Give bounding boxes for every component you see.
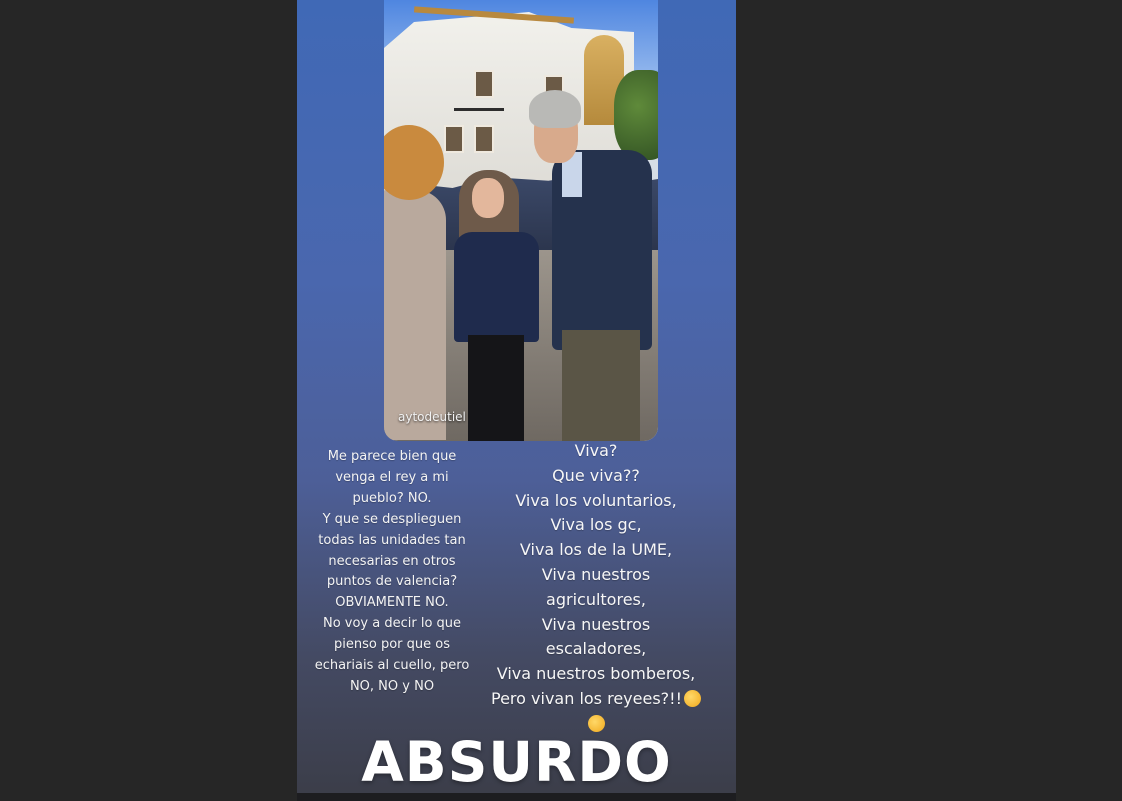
caption-line: Viva los gc, xyxy=(550,515,642,535)
photo-woman-left xyxy=(384,190,446,440)
caption-line: OBVIAMENTE NO. xyxy=(335,595,449,611)
caption-line: echariais al cuello, pero xyxy=(314,658,470,674)
story-photo: aytodeutiel xyxy=(384,0,658,441)
photo-window xyxy=(444,125,464,153)
photo-tree xyxy=(614,70,658,160)
caption-line: escaladores, xyxy=(545,639,647,659)
caption-line: Me parece bien que xyxy=(327,449,457,464)
story-bottom-bar xyxy=(297,793,736,801)
caption-line: puntos de valencia? xyxy=(326,574,458,590)
caption-line: No voy a decir lo que xyxy=(322,616,462,632)
caption-line: Viva los voluntarios, xyxy=(515,490,677,510)
right-caption: Viva? Que viva?? Viva los voluntarios, V… xyxy=(487,439,705,737)
caption-line: Viva nuestros xyxy=(541,564,651,584)
caption-line: Y que se desplieguen xyxy=(322,511,462,527)
caption-line: NO, NO y NO xyxy=(349,678,435,694)
left-caption: Me parece bien que venga el rey a mi pue… xyxy=(301,447,483,698)
instagram-story[interactable]: aytodeutiel Me parece bien que venga el … xyxy=(297,0,736,801)
photo-king-hair xyxy=(529,90,581,128)
caption-line: pueblo? NO. xyxy=(352,490,432,506)
caption-line: Pero vivan los reyees?!! xyxy=(491,688,682,708)
caption-line: Viva nuestros bomberos, xyxy=(496,664,696,684)
photo-window xyxy=(474,70,494,98)
photo-window xyxy=(474,125,494,153)
caption-line: Viva los de la UME, xyxy=(519,540,673,560)
photo-queen-legs xyxy=(468,335,524,441)
caption-line: Que viva?? xyxy=(552,465,640,485)
caption-line: venga el rey a mi xyxy=(335,469,449,485)
caption-line: todas las unidades tan xyxy=(318,532,466,548)
photo-king-legs xyxy=(562,330,640,441)
photo-queen xyxy=(454,232,539,342)
caption-line: necesarias en otros xyxy=(328,553,456,569)
absurdo-sticker: ABSURDO xyxy=(361,730,672,794)
photo-watermark: aytodeutiel xyxy=(398,410,466,424)
caption-line-with-emoji: Pero vivan los reyees?!! xyxy=(487,687,705,712)
caption-line: pienso por que os xyxy=(334,637,450,653)
caption-line: Viva nuestros xyxy=(541,614,651,634)
photo-balcony xyxy=(454,108,504,111)
caption-line: agricultores, xyxy=(546,589,646,609)
laughing-tears-emoji-icon xyxy=(683,689,701,707)
caption-line: Viva? xyxy=(574,441,618,460)
photo-queen-face xyxy=(472,178,504,218)
